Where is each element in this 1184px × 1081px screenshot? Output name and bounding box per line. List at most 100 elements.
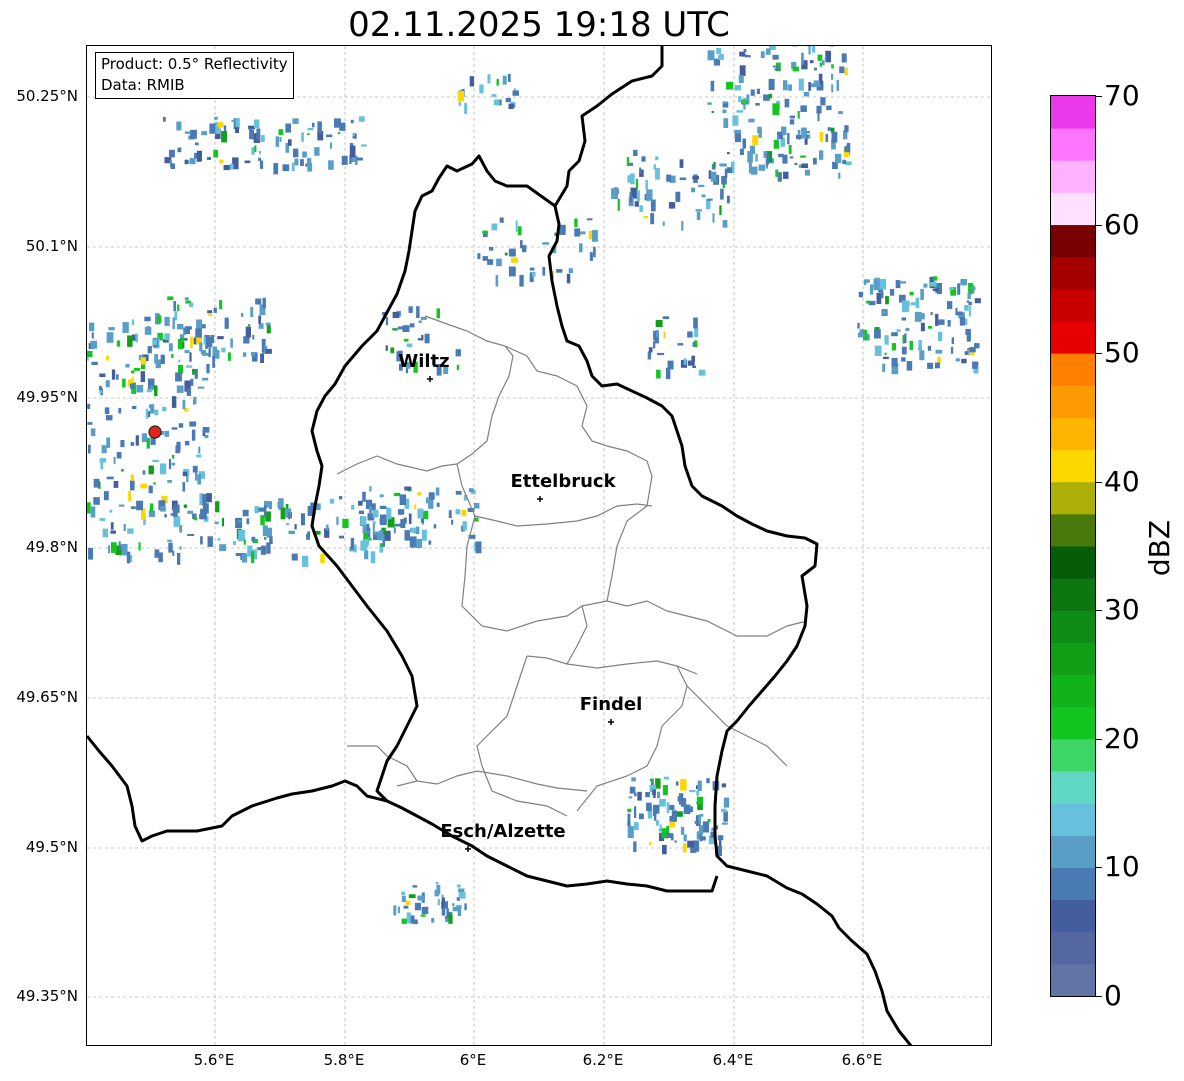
echo-pixel	[106, 415, 113, 421]
echo-pixel	[739, 148, 744, 155]
echo-pixel	[721, 822, 728, 825]
radar-map[interactable]	[86, 45, 992, 1046]
echo-pixel	[474, 502, 480, 509]
echo-pixel	[152, 459, 159, 463]
echo-pixel	[723, 797, 730, 808]
echo-pixel	[679, 159, 684, 168]
echo-pixel	[702, 821, 710, 833]
echo-pixel	[968, 305, 971, 317]
colorbar-tick-label: 0	[1104, 979, 1122, 1012]
echo-pixel	[307, 158, 312, 166]
echo-pixel	[656, 369, 661, 379]
echo-pixel	[265, 348, 272, 354]
echo-pixel	[738, 75, 744, 84]
echo-pixel	[189, 352, 192, 362]
echo-pixel	[186, 388, 192, 396]
echo-pixel	[634, 201, 639, 207]
map-canvas	[87, 46, 991, 1045]
city-marker	[537, 496, 543, 502]
echo-pixel	[351, 504, 355, 510]
echo-pixel	[350, 537, 355, 550]
colorbar-swatch	[1051, 128, 1095, 161]
echo-pixel	[187, 534, 195, 536]
echo-pixel	[666, 833, 672, 838]
echo-pixel	[774, 68, 781, 71]
echo-pixel	[415, 538, 423, 548]
echo-pixel	[857, 332, 865, 338]
echo-pixel	[131, 406, 137, 409]
echo-pixel	[130, 480, 135, 491]
echo-pixel	[207, 310, 213, 314]
echo-pixel	[189, 302, 194, 307]
echo-pixel	[379, 505, 387, 509]
echo-pixel	[670, 833, 674, 841]
echo-pixel	[317, 121, 322, 134]
echo-pixel	[788, 145, 792, 154]
echo-pixel	[426, 497, 429, 504]
echo-pixel	[964, 351, 969, 355]
echo-pixel	[970, 286, 976, 291]
echo-pixel	[662, 221, 665, 226]
echo-pixel	[508, 103, 514, 109]
colorbar-tick	[1096, 996, 1102, 997]
colorbar-swatch	[1051, 353, 1095, 386]
echo-pixel	[930, 282, 937, 287]
echo-pixel	[722, 109, 727, 114]
echo-pixel	[116, 452, 122, 459]
lon-label: 5.6°E	[193, 1051, 235, 1069]
echo-pixel	[634, 806, 637, 818]
echo-pixel	[336, 516, 339, 525]
echo-pixel	[748, 161, 752, 174]
echo-pixel	[350, 119, 354, 124]
echo-pixel	[935, 349, 943, 354]
echo-pixel	[556, 269, 563, 273]
echo-pixel	[251, 551, 255, 564]
echo-pixel	[491, 94, 497, 97]
echo-pixel	[645, 179, 648, 190]
echo-pixel	[160, 506, 166, 512]
echo-pixel	[99, 518, 106, 521]
echo-pixel	[646, 802, 652, 812]
echo-pixel	[173, 301, 177, 312]
echo-pixel	[739, 51, 746, 57]
echo-pixel	[436, 884, 441, 895]
echo-pixel	[197, 473, 202, 485]
echo-pixel	[420, 914, 426, 917]
echo-pixel	[157, 315, 162, 324]
echo-pixel	[99, 373, 106, 377]
echo-pixel	[655, 320, 663, 327]
echo-pixel	[496, 258, 502, 267]
echo-pixel	[398, 509, 405, 515]
echo-pixel	[215, 501, 220, 513]
echo-pixel	[905, 327, 910, 331]
echo-pixel	[421, 906, 429, 914]
echo-pixel	[259, 151, 262, 155]
echo-pixel	[217, 538, 221, 541]
echo-pixel	[646, 189, 653, 201]
echo-pixel	[435, 881, 439, 885]
echo-pixel	[421, 529, 427, 541]
echo-pixel	[789, 119, 795, 125]
city-label-findel: Findel	[579, 694, 643, 715]
echo-pixel	[838, 111, 843, 115]
echo-pixel	[743, 98, 746, 110]
echo-pixel	[173, 516, 181, 527]
echo-pixel	[650, 213, 655, 225]
echo-pixel	[511, 257, 518, 263]
echo-pixel	[882, 356, 889, 360]
echo-pixel	[701, 194, 706, 198]
echo-pixel	[358, 500, 363, 506]
echo-pixel	[358, 116, 365, 122]
echo-pixel	[110, 542, 117, 553]
echo-pixel	[717, 54, 724, 60]
echo-pixel	[711, 164, 715, 170]
echo-pixel	[580, 231, 586, 235]
echo-pixel	[968, 301, 972, 306]
echo-pixel	[666, 802, 670, 814]
echo-pixel	[529, 267, 535, 271]
colorbar-swatch	[1051, 931, 1095, 965]
echo-pixel	[412, 885, 418, 888]
echo-pixel	[182, 471, 188, 477]
echo-pixel	[111, 369, 116, 380]
echo-pixel	[201, 324, 206, 329]
